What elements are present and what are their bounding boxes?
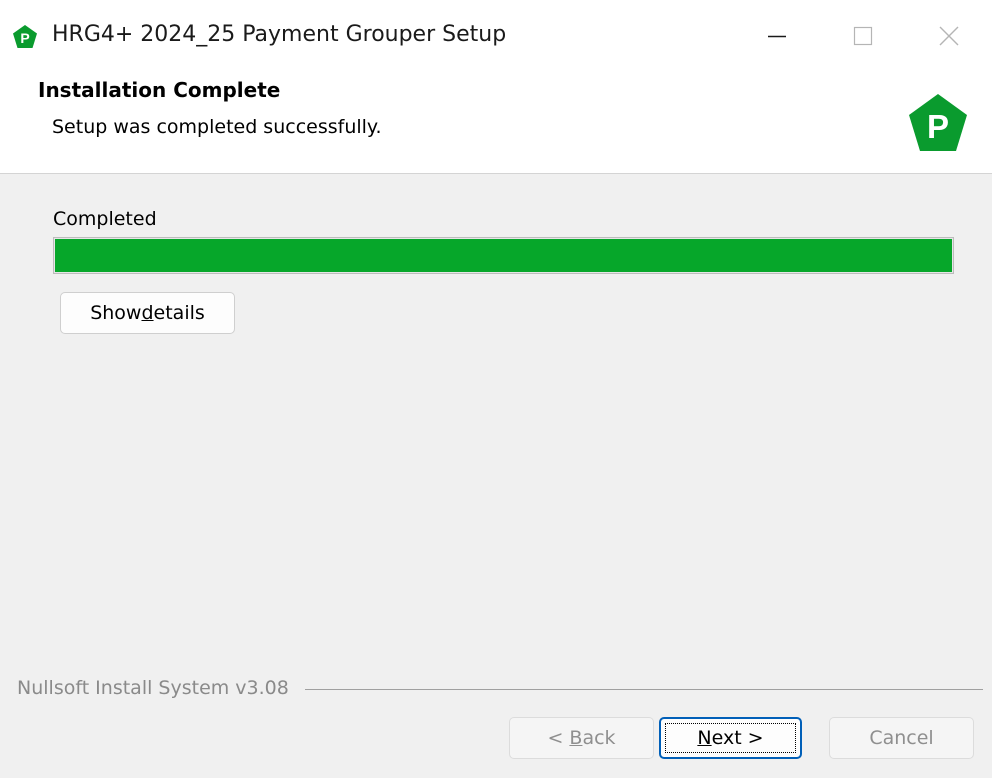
minimize-button[interactable]	[734, 0, 820, 72]
title-bar[interactable]: P HRG4+ 2024_25 Payment Grouper Setup	[0, 0, 992, 72]
branding-divider	[305, 689, 983, 690]
nsis-branding-text: Nullsoft Install System v3.08	[17, 677, 289, 699]
close-icon	[939, 26, 959, 46]
cancel-label: Cancel	[869, 727, 934, 749]
app-logo-letter: P	[20, 30, 29, 46]
page-title: Installation Complete	[38, 78, 281, 102]
maximize-icon	[853, 26, 873, 46]
next-mnemonic: N	[697, 727, 712, 749]
back-label-suffix: ack	[582, 727, 616, 749]
back-mnemonic: B	[569, 727, 583, 749]
header-logo-icon: P	[909, 94, 967, 151]
show-details-label-prefix: Show	[90, 302, 142, 324]
progress-status-label: Completed	[53, 208, 157, 230]
minimize-icon	[768, 35, 786, 38]
show-details-label-suffix: etails	[153, 302, 205, 324]
close-button[interactable]	[906, 0, 992, 72]
progress-bar	[53, 237, 954, 274]
next-label-suffix: ext >	[711, 727, 764, 749]
page-subtitle: Setup was completed successfully.	[52, 116, 382, 138]
cancel-button[interactable]: Cancel	[829, 717, 974, 759]
show-details-button[interactable]: Show d etails	[60, 292, 235, 334]
back-label-prefix: <	[547, 727, 570, 749]
installer-window: P HRG4+ 2024_25 Payment Grouper Setup In…	[0, 0, 992, 778]
progress-bar-fill	[55, 239, 952, 272]
maximize-button[interactable]	[820, 0, 906, 72]
window-title: HRG4+ 2024_25 Payment Grouper Setup	[52, 22, 507, 47]
show-details-mnemonic: d	[141, 302, 154, 324]
page-header: Installation Complete Setup was complete…	[0, 72, 992, 174]
app-logo-icon: P	[13, 25, 37, 48]
back-button[interactable]: < Back	[509, 717, 654, 759]
next-button[interactable]: Next >	[659, 717, 802, 759]
header-logo-letter: P	[927, 108, 949, 145]
